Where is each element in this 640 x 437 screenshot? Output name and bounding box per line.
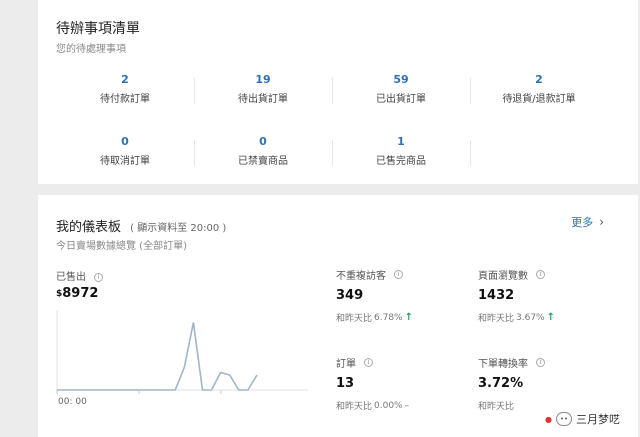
wechat-icon: •• [556,412,572,426]
metric-compare: 和昨天比 [478,399,545,412]
todo-count: 2 [535,73,543,86]
chart-x-tick-label: 00: 00 [58,397,87,407]
watermark: ● •• 三月梦呓 [545,411,620,427]
compare-value: 0.00% [374,400,403,411]
sold-label: 已售出 i [56,268,103,283]
todo-label: 已出貨訂單 [376,94,426,105]
metric-conversion-rate: 下單轉換率 i 3.72% 和昨天比 [478,355,545,412]
metric-value: 3.72% [478,376,524,391]
metric-label: 頁面瀏覽數 i [478,267,555,282]
dashboard-card: 我的儀表板 ( 顯示資料至 20:00 ) 今日賣場數據總覽 (全部訂單) 更多… [38,195,638,437]
compare-value: 6.78% [374,312,403,323]
todo-item-banned[interactable]: 0 已禁賣商品 [194,132,332,186]
metric-compare: 和昨天比 3.67% ↑ [478,311,555,324]
flat-trend-icon: – [404,400,410,411]
dashboard-time-note: ( 顯示資料至 20:00 ) [130,223,227,234]
dashboard-title: 我的儀表板 [56,220,122,235]
todo-item-sold-out[interactable]: 1 已售完商品 [332,132,470,186]
chevron-right-icon: › [599,215,604,229]
todo-count: 0 [259,135,267,148]
metric-label: 下單轉換率 i [478,355,545,370]
metric-value: 349 [336,288,364,303]
metric-label-text: 下單轉換率 [478,359,528,370]
todo-item-unpaid[interactable]: 2 待付款訂單 [56,70,194,124]
metric-label-text: 不重複訪客 [336,271,386,282]
metric-compare: 和昨天比 6.78% ↑ [336,311,413,324]
metric-label-text: 訂單 [336,359,356,370]
todo-count: 59 [393,73,409,86]
todo-label: 待退貨/退款訂單 [502,94,576,105]
compare-prefix: 和昨天比 [478,402,515,412]
todo-row: 2 待付款訂單 19 待出貨訂單 59 已出貨訂單 2 待退貨/退款訂單 [56,70,608,124]
todo-card: 待辦事項清單 您的待處理事項 2 待付款訂單 19 待出貨訂單 59 已出貨訂單… [38,0,638,184]
metric-value: 13 [336,376,355,391]
compare-prefix: 和昨天比 [478,314,515,324]
metric-compare: 和昨天比 0.00% – [336,399,410,413]
compare-prefix: 和昨天比 [336,402,373,412]
sold-amount: 8972 [62,286,99,301]
compare-prefix: 和昨天比 [336,314,373,324]
info-icon[interactable]: i [364,358,373,367]
todo-title: 待辦事項清單 [56,21,140,37]
dashboard-subtitle: 今日賣場數據總覽 (全部訂單) [56,241,187,252]
todo-empty-cell [470,132,608,186]
todo-item-to-cancel[interactable]: 0 待取消訂單 [56,132,194,186]
todo-item-returns[interactable]: 2 待退貨/退款訂單 [470,70,608,124]
todo-item-shipped[interactable]: 59 已出貨訂單 [332,70,470,124]
info-icon[interactable]: i [536,270,545,279]
chart-series-line [57,322,258,391]
metric-pageviews: 頁面瀏覽數 i 1432 和昨天比 3.67% ↑ [478,267,555,324]
todo-label: 待取消訂單 [100,156,150,167]
watermark-dot-icon: ● [545,414,552,424]
metric-value: 1432 [478,288,515,303]
sold-value: $8972 [56,286,98,301]
watermark-text: 三月梦呓 [576,413,620,426]
metric-unique-visitors: 不重複訪客 i 349 和昨天比 6.78% ↑ [336,267,413,324]
todo-row: 0 待取消訂單 0 已禁賣商品 1 已售完商品 [56,132,608,186]
more-label: 更多 [571,216,594,229]
arrow-up-icon: ↑ [404,312,413,323]
chart-grid [56,310,308,394]
arrow-up-icon: ↑ [546,312,555,323]
compare-value: 3.67% [516,312,545,323]
todo-count: 19 [255,73,271,86]
dashboard-header: 我的儀表板 ( 顯示資料至 20:00 ) [56,216,226,235]
todo-item-to-ship[interactable]: 19 待出貨訂單 [194,70,332,124]
todo-label: 已禁賣商品 [238,156,288,167]
sold-label-text: 已售出 [56,272,86,283]
todo-grid: 2 待付款訂單 19 待出貨訂單 59 已出貨訂單 2 待退貨/退款訂單 0 待… [56,70,608,194]
more-link[interactable]: 更多 › [571,214,604,230]
todo-count: 0 [121,135,129,148]
todo-label: 待付款訂單 [100,94,150,105]
sales-line-chart [56,310,308,394]
todo-count: 2 [121,73,129,86]
info-icon[interactable]: i [94,272,103,282]
metric-orders: 訂單 i 13 和昨天比 0.00% – [336,355,409,412]
info-icon[interactable]: i [394,270,403,279]
todo-subtitle: 您的待處理事項 [56,44,126,55]
metric-label-text: 頁面瀏覽數 [478,271,528,282]
todo-label: 已售完商品 [376,156,426,167]
metric-label: 不重複訪客 i [336,267,413,282]
metric-label: 訂單 i [336,355,409,370]
todo-label: 待出貨訂單 [238,94,288,105]
info-icon[interactable]: i [536,358,545,367]
todo-count: 1 [397,135,405,148]
